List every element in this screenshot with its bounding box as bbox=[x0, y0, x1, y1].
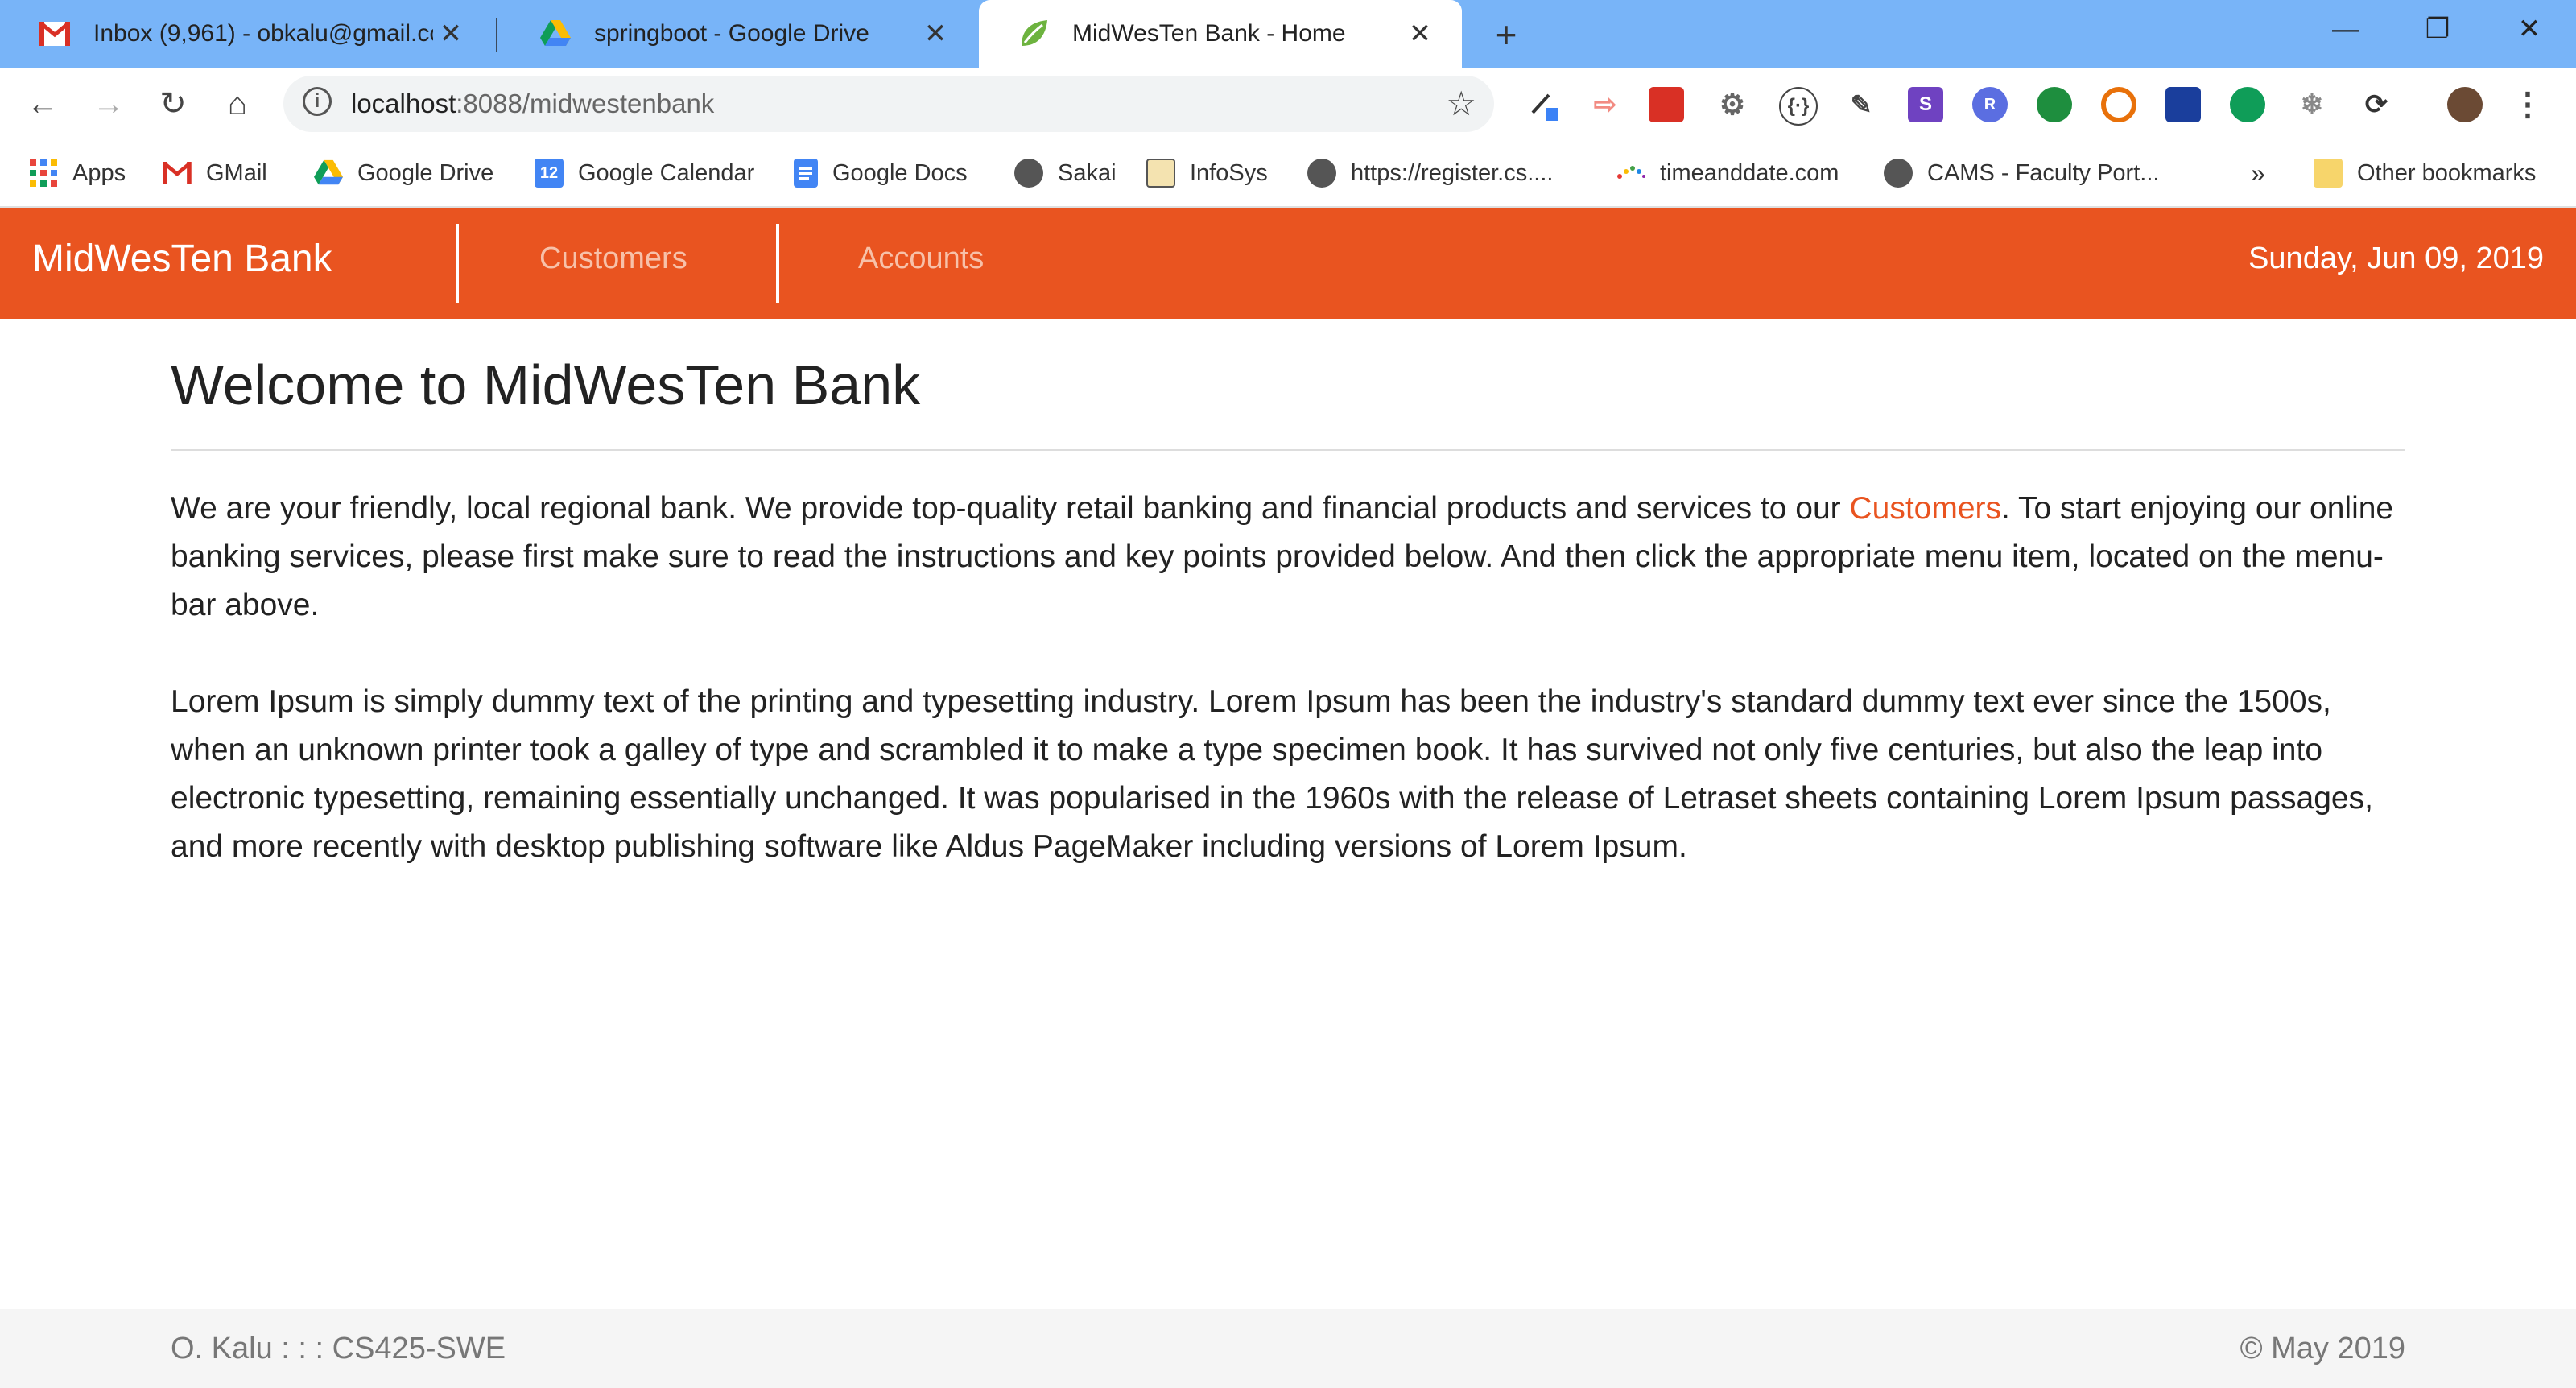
timeanddate-icon bbox=[1616, 159, 1645, 188]
bookmark-cams[interactable]: CAMS - Faculty Port... bbox=[1884, 156, 2159, 190]
gmail-icon bbox=[163, 159, 192, 188]
bookmark-infosys[interactable]: InfoSys bbox=[1146, 156, 1268, 190]
bookmark-label: Sakai bbox=[1058, 159, 1117, 186]
bookmark-label: CAMS - Faculty Port... bbox=[1927, 159, 2160, 186]
lorem-paragraph: Lorem Ipsum is simply dummy text of the … bbox=[171, 684, 2373, 864]
gear-extension-icon[interactable]: ⚙ bbox=[1715, 87, 1750, 122]
nav-divider bbox=[456, 224, 459, 303]
apps-grid-icon bbox=[29, 159, 58, 188]
brand-link[interactable]: MidWesTen Bank bbox=[32, 237, 332, 281]
bookmark-google-docs[interactable]: Google Docs bbox=[794, 156, 968, 190]
footer-author: O. Kalu : : : CS425-SWE bbox=[171, 1332, 506, 1365]
bookmark-gmail[interactable]: GMail bbox=[163, 156, 267, 190]
globe-icon bbox=[1884, 159, 1913, 188]
gmail-icon bbox=[39, 18, 71, 50]
bookmark-label: Other bookmarks bbox=[2357, 159, 2537, 186]
bookmark-label: Apps bbox=[72, 159, 126, 186]
customers-inline-link[interactable]: Customers bbox=[1849, 491, 2001, 526]
tab-close-icon[interactable]: ✕ bbox=[918, 16, 953, 52]
tab-google-drive[interactable]: springboot - Google Drive ✕ bbox=[501, 0, 977, 68]
close-window-button[interactable]: ✕ bbox=[2484, 0, 2574, 58]
bookmark-label: InfoSys bbox=[1190, 159, 1268, 186]
home-icon[interactable]: ⌂ bbox=[216, 82, 259, 126]
bookmarks-overflow-button[interactable]: » bbox=[2251, 156, 2265, 190]
record-extension-icon[interactable] bbox=[2101, 87, 2136, 122]
spring-leaf-icon bbox=[1018, 18, 1050, 50]
nav-divider bbox=[776, 224, 779, 303]
tab-title: Inbox (9,961) - obkalu@gmail.com bbox=[93, 20, 433, 47]
pipette-extension-icon[interactable]: ✎ bbox=[1843, 87, 1879, 122]
bookmarks-bar: Apps GMail Google Drive 12 Google Calend… bbox=[0, 140, 2576, 208]
browser-menu-icon[interactable]: ⋮ bbox=[2510, 87, 2545, 122]
reload-icon[interactable]: ↻ bbox=[151, 82, 195, 126]
cast-extension-icon[interactable]: ⇨ bbox=[1587, 87, 1623, 122]
columns-extension-icon[interactable] bbox=[2165, 87, 2201, 122]
title-divider bbox=[171, 449, 2405, 451]
chat-extension-icon[interactable] bbox=[2230, 87, 2265, 122]
tab-close-icon[interactable]: ✕ bbox=[433, 16, 469, 52]
back-arrow-icon[interactable]: ← bbox=[21, 82, 64, 126]
nav-customers-link[interactable]: Customers bbox=[539, 242, 687, 276]
app-navbar: MidWesTen Bank Customers Accounts Sunday… bbox=[0, 208, 2576, 319]
url-text[interactable]: localhost:8088/midwestenbank bbox=[351, 89, 714, 119]
restore-window-button[interactable]: ❐ bbox=[2392, 0, 2483, 58]
bookmark-register[interactable]: https://register.cs.... bbox=[1307, 156, 1553, 190]
other-bookmarks[interactable]: Other bookmarks bbox=[2314, 156, 2536, 190]
bookmark-google-drive[interactable]: Google Drive bbox=[314, 156, 493, 190]
page-title: Welcome to MidWesTen Bank bbox=[171, 353, 921, 416]
bookmark-label: Google Calendar bbox=[578, 159, 755, 186]
bookmark-timeanddate[interactable]: timeanddate.com bbox=[1616, 156, 1839, 190]
bookmark-label: Google Drive bbox=[357, 159, 494, 186]
snowflake-extension-icon[interactable]: ❄ bbox=[2294, 87, 2330, 122]
eyedropper-extension-icon[interactable] bbox=[1526, 87, 1562, 122]
red-book-extension-icon[interactable] bbox=[1649, 87, 1684, 122]
nav-accounts-link[interactable]: Accounts bbox=[858, 242, 984, 276]
bookmark-sakai[interactable]: Sakai bbox=[1014, 156, 1117, 190]
globe-icon bbox=[1014, 159, 1043, 188]
google-docs-icon bbox=[794, 159, 818, 188]
bookmark-google-calendar[interactable]: 12 Google Calendar bbox=[535, 156, 754, 190]
json-extension-icon[interactable]: {·} bbox=[1779, 87, 1818, 126]
site-info-icon[interactable]: i bbox=[303, 87, 332, 116]
browser-toolbar: ← → ↻ ⌂ i localhost:8088/midwestenbank ☆… bbox=[0, 68, 2576, 140]
search-extension-icon[interactable] bbox=[2037, 87, 2072, 122]
minimize-window-button[interactable]: — bbox=[2301, 0, 2391, 58]
page-footer: O. Kalu : : : CS425-SWE © May 2019 bbox=[0, 1309, 2576, 1388]
profile-avatar[interactable] bbox=[2447, 87, 2483, 122]
google-drive-icon bbox=[539, 18, 572, 50]
url-host: localhost bbox=[351, 89, 456, 118]
r-extension-icon[interactable]: R bbox=[1972, 87, 2008, 122]
url-path: :8088/midwestenbank bbox=[456, 89, 715, 118]
bookmark-star-icon[interactable]: ☆ bbox=[1446, 84, 1476, 123]
footer-copyright: © May 2019 bbox=[2240, 1332, 2405, 1365]
bookmark-apps[interactable]: Apps bbox=[29, 156, 126, 190]
sync-extension-icon[interactable]: ⟳ bbox=[2359, 87, 2394, 122]
tab-title: MidWesTen Bank - Home bbox=[1072, 20, 1346, 47]
tab-midwesten-bank[interactable]: MidWesTen Bank - Home ✕ bbox=[979, 0, 1462, 68]
s-extension-icon[interactable]: S bbox=[1908, 87, 1943, 122]
tab-separator bbox=[496, 18, 497, 52]
tab-close-icon[interactable]: ✕ bbox=[1402, 16, 1438, 52]
google-drive-icon bbox=[314, 159, 343, 188]
bookmark-label: timeanddate.com bbox=[1660, 159, 1839, 186]
google-calendar-icon: 12 bbox=[535, 159, 564, 188]
folder-icon bbox=[2314, 159, 2343, 188]
browser-tab-strip: Inbox (9,961) - obkalu@gmail.com ✕ sprin… bbox=[0, 0, 2576, 68]
bookmark-label: GMail bbox=[206, 159, 267, 186]
new-tab-button[interactable]: + bbox=[1484, 13, 1528, 56]
address-bar[interactable]: i localhost:8088/midwestenbank ☆ bbox=[283, 76, 1494, 132]
tab-title: springboot - Google Drive bbox=[594, 20, 869, 47]
forward-arrow-icon[interactable]: → bbox=[87, 82, 130, 126]
tab-gmail-inbox[interactable]: Inbox (9,961) - obkalu@gmail.com ✕ bbox=[0, 0, 493, 68]
bookmark-label: https://register.cs.... bbox=[1351, 159, 1554, 186]
bookmark-label: Google Docs bbox=[832, 159, 968, 186]
globe-icon bbox=[1307, 159, 1336, 188]
intro-paragraph: We are your friendly, local regional ban… bbox=[171, 485, 2405, 630]
infosys-icon bbox=[1146, 159, 1175, 188]
intro-text-start: We are your friendly, local regional ban… bbox=[171, 491, 1850, 526]
current-date: Sunday, Jun 09, 2019 bbox=[2248, 242, 2544, 275]
